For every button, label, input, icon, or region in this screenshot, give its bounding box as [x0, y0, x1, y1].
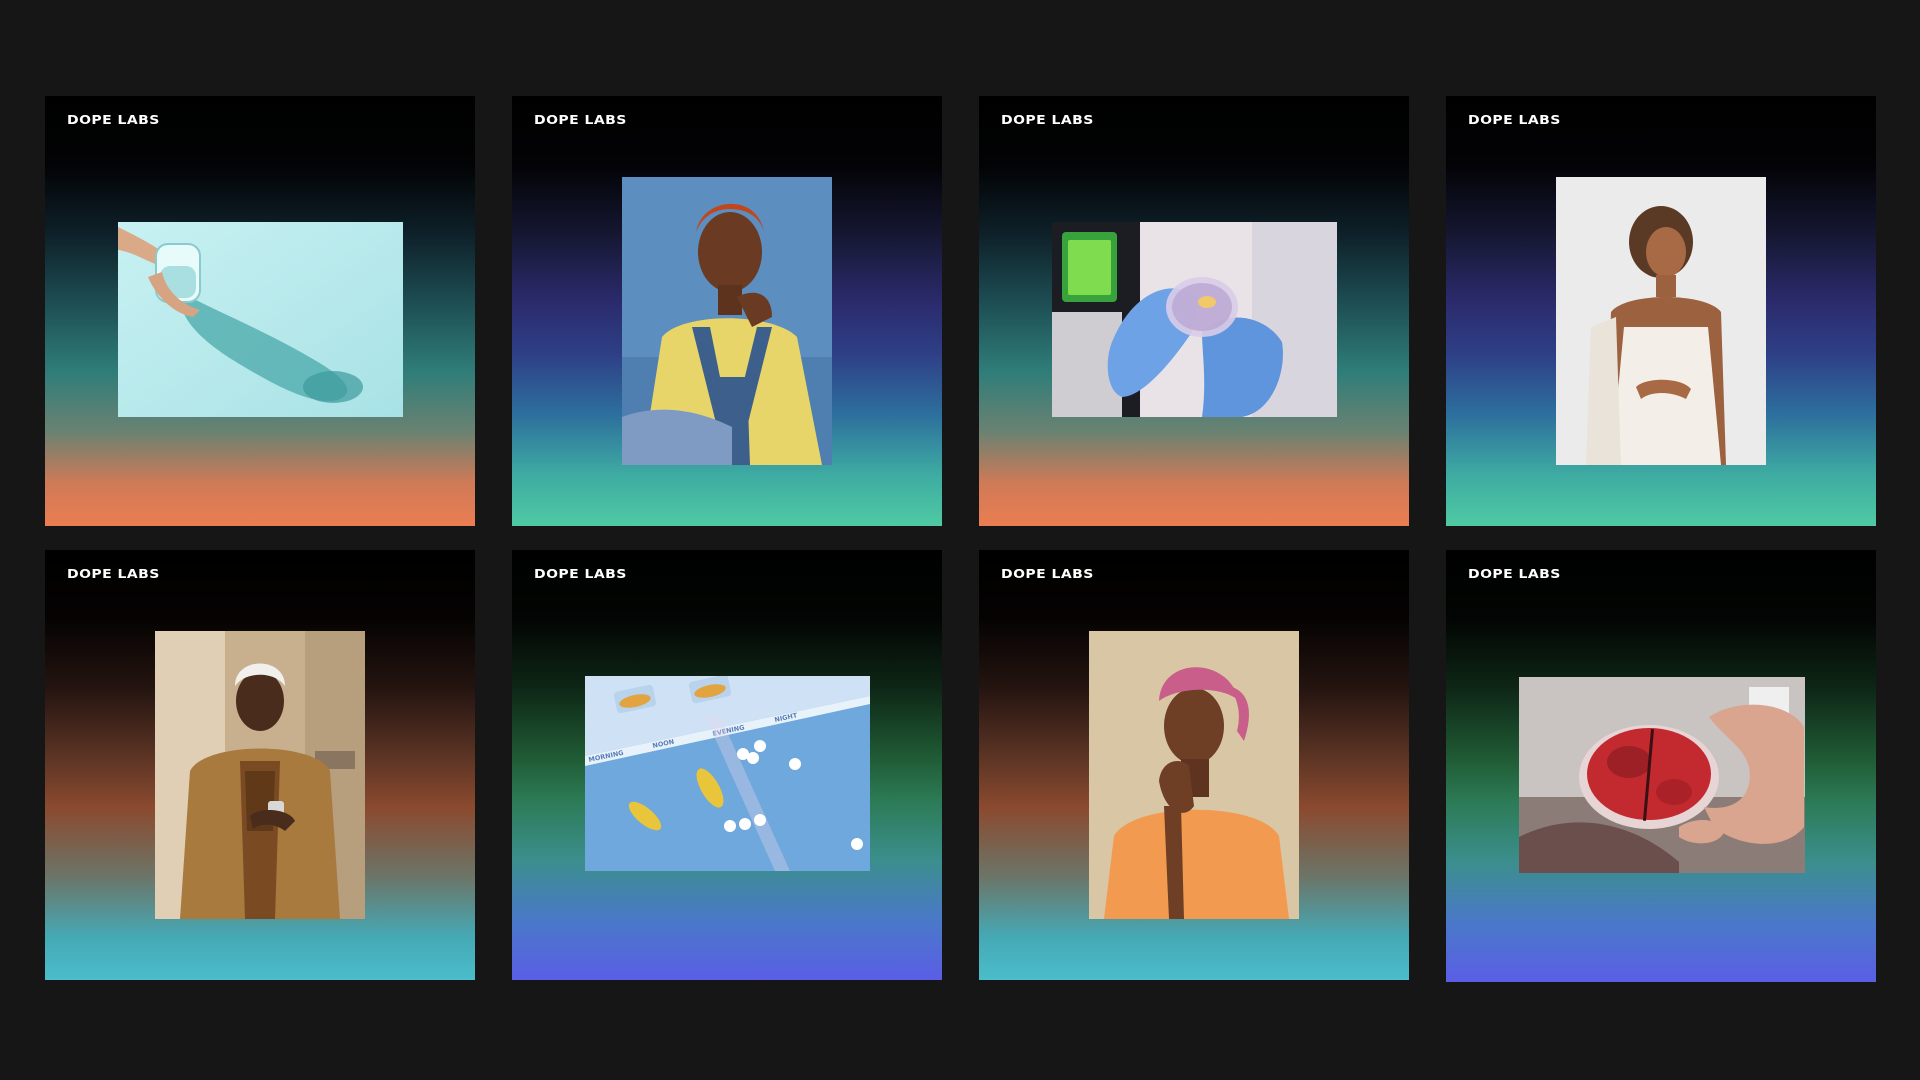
- brand-logo: DOPE LABS: [534, 566, 627, 581]
- brand-logo: DOPE LABS: [1468, 566, 1561, 581]
- moodboard-canvas: DOPE LABS DOPE LABS DOPE LABS DOPE LABS …: [0, 0, 1920, 1080]
- photo-portrait-pink-cap: [1089, 631, 1299, 919]
- photo-red-petri-dish: [1519, 677, 1805, 873]
- brand-logo: DOPE LABS: [534, 112, 627, 127]
- brand-logo: DOPE LABS: [67, 566, 160, 581]
- photo-pill-organizer: MORNING NOON EVENING NIGHT: [585, 676, 870, 871]
- photo-water-glass: [118, 222, 403, 417]
- brand-tile-4: DOPE LABS: [1446, 96, 1876, 526]
- brand-tile-1: DOPE LABS: [45, 96, 475, 526]
- brand-logo: DOPE LABS: [1468, 112, 1561, 127]
- brand-tile-6: DOPE LABS MORNING NOON EVENING NIGHT: [512, 550, 942, 980]
- photo-portrait-white-dress: [1556, 177, 1766, 465]
- brand-tile-5: DOPE LABS: [45, 550, 475, 980]
- brand-tile-2: DOPE LABS: [512, 96, 942, 526]
- brand-tile-8: DOPE LABS: [1446, 550, 1876, 982]
- photo-portrait-overalls: [622, 177, 832, 465]
- brand-logo: DOPE LABS: [67, 112, 160, 127]
- brand-logo: DOPE LABS: [1001, 112, 1094, 127]
- photo-petri-dish-gloves: [1052, 222, 1337, 417]
- brand-tile-3: DOPE LABS: [979, 96, 1409, 526]
- photo-portrait-camel-coat: [155, 631, 365, 919]
- brand-tile-7: DOPE LABS: [979, 550, 1409, 980]
- brand-logo: DOPE LABS: [1001, 566, 1094, 581]
